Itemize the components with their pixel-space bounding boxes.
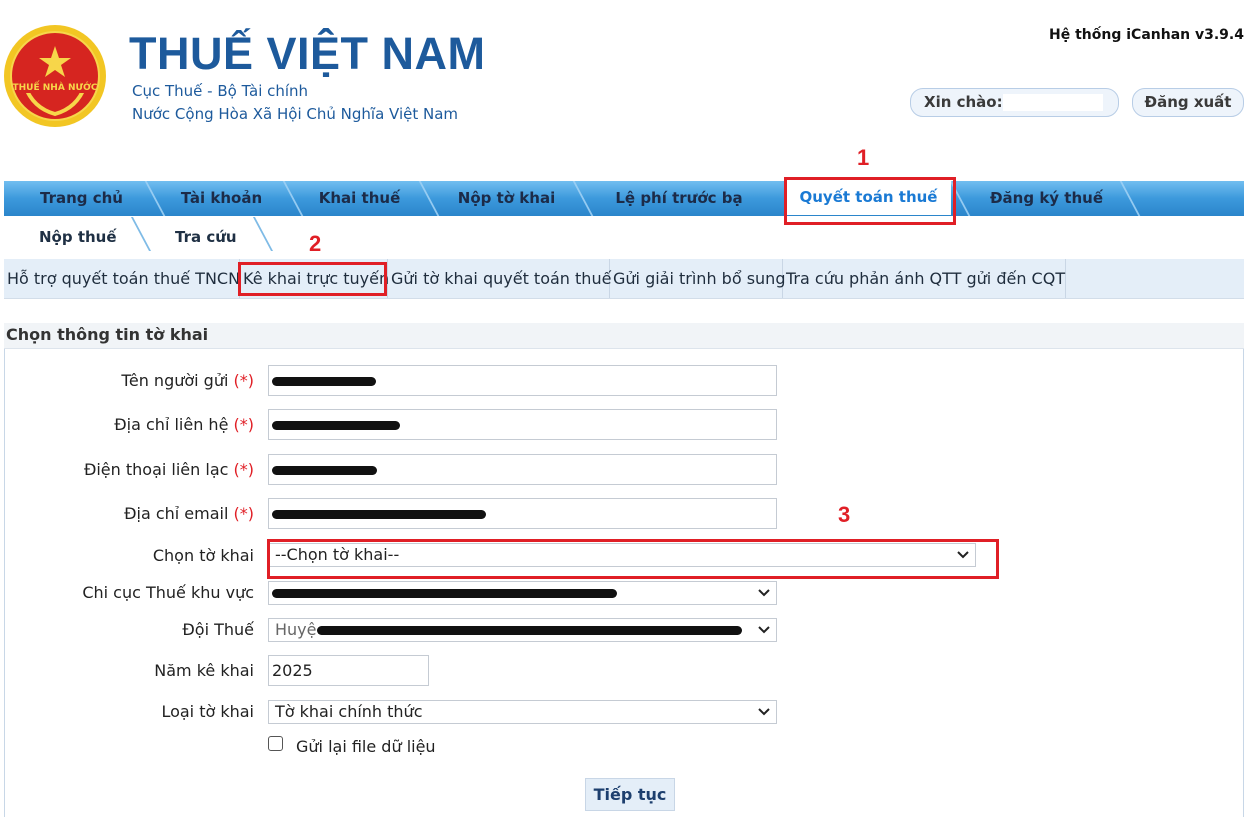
form-select-label: Chọn tờ khai (152, 546, 254, 565)
subnav-item-send-explanation[interactable]: Gửi giải trình bổ sung (610, 259, 785, 298)
tax-team-select[interactable]: Huyệ (268, 618, 777, 642)
year-input[interactable]: 2025 (268, 655, 429, 686)
declaration-type-select[interactable]: Tờ khai chính thức (268, 700, 777, 724)
annotation-box-3 (267, 539, 999, 579)
tax-dept-select[interactable] (268, 581, 777, 605)
declaration-type-label: Loại tờ khai (161, 702, 254, 721)
greeting-label: Xin chào: (924, 93, 1003, 111)
tax-emblem-logo: THUẾ NHÀ NƯỚC (4, 25, 106, 127)
form-title: Chọn thông tin tờ khai (6, 325, 209, 344)
redacted-username (1003, 94, 1103, 111)
nav-item-account[interactable]: Tài khoản (154, 181, 289, 216)
brand-title: THUẾ VIỆT NAM (129, 28, 486, 79)
continue-button[interactable]: Tiếp tục (585, 778, 675, 811)
annotation-box-2 (238, 262, 387, 296)
annotation-number-2: 2 (309, 231, 322, 256)
chevron-down-icon (758, 589, 770, 597)
tax-dept-label: Chi cục Thuế khu vực (82, 583, 254, 602)
chevron-down-icon (758, 626, 770, 634)
system-version: Hệ thống iCanhan v3.9.4 (1049, 27, 1244, 43)
subnav-item-submit-finalization[interactable]: Gửi tờ khai quyết toán thuế (388, 259, 611, 298)
address-label: Địa chỉ liên hệ (*) (114, 415, 254, 434)
nav-item-home[interactable]: Trang chủ (14, 181, 149, 216)
subnav-item-finalization-support[interactable]: Hỗ trợ quyết toán thuế TNCN (4, 259, 240, 298)
sender-name-label: Tên người gửi (*) (121, 371, 254, 390)
nav-item-registration-fee[interactable]: Lệ phí trước bạ (589, 181, 769, 216)
main-nav: Trang chủ Tài khoản Khai thuế Nộp tờ kha… (4, 181, 1244, 216)
subnav-item-lookup-feedback[interactable]: Tra cứu phản ánh QTT gửi đến CQT (783, 259, 1066, 298)
subnav-item-lookup[interactable]: Tra cứu (175, 228, 237, 250)
sender-name-input[interactable] (268, 365, 777, 396)
finalization-subnav: Hỗ trợ quyết toán thuế TNCN Kê khai trực… (4, 259, 1244, 299)
annotation-number-1: 1 (857, 145, 870, 170)
resend-file-checkbox[interactable] (268, 736, 283, 751)
year-label: Năm kê khai (154, 661, 254, 680)
nav-item-submit-returns[interactable]: Nộp tờ khai (434, 181, 579, 216)
email-label: Địa chỉ email (*) (124, 504, 254, 523)
nav-item-tax-registration[interactable]: Đăng ký thuế (964, 181, 1129, 216)
subnav-item-pay-tax[interactable]: Nộp thuế (39, 228, 117, 250)
chevron-down-icon (758, 708, 770, 716)
resend-file-label: Gửi lại file dữ liệu (296, 737, 436, 756)
brand-subtitle-ministry: Cục Thuế - Bộ Tài chính (132, 82, 309, 100)
address-input[interactable] (268, 409, 777, 440)
nav-item-tax-filing[interactable]: Khai thuế (292, 181, 427, 216)
tax-team-label: Đội Thuế (182, 620, 254, 639)
annotation-number-3: 3 (838, 502, 851, 527)
email-input[interactable] (268, 498, 777, 529)
phone-input[interactable] (268, 454, 777, 485)
brand-subtitle-country: Nước Cộng Hòa Xã Hội Chủ Nghĩa Việt Nam (132, 105, 459, 123)
annotation-box-1 (784, 177, 956, 225)
logout-button[interactable]: Đăng xuất (1132, 88, 1244, 117)
phone-label: Điện thoại liên lạc (*) (83, 460, 254, 479)
